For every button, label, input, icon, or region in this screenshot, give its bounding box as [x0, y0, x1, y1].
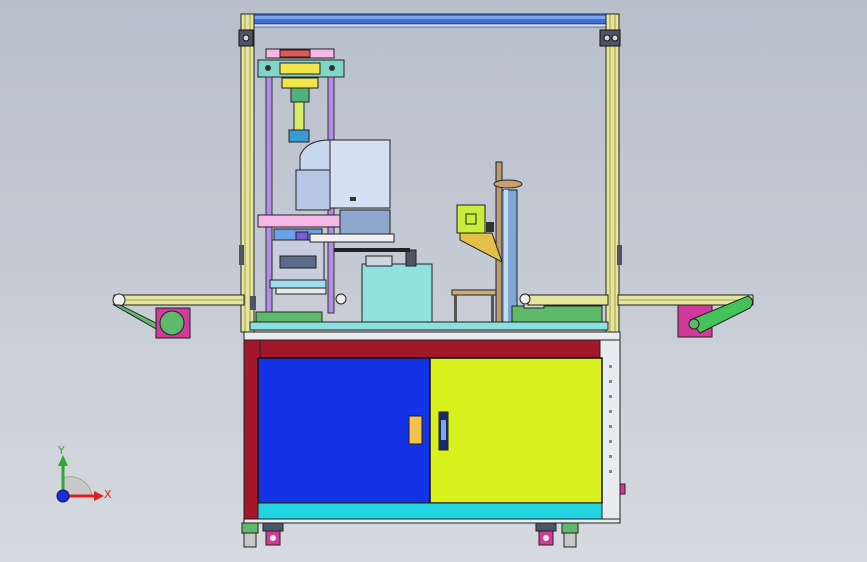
camera-stand[interactable]	[456, 161, 523, 325]
cabinet-plinth	[257, 502, 603, 520]
y-axis-label: Y	[57, 444, 65, 457]
cabinet-door-right[interactable]	[429, 357, 603, 504]
small-table	[451, 289, 497, 323]
machine-assembly[interactable]	[112, 13, 754, 548]
corner-bracket-top-right	[599, 29, 621, 47]
right-hinge	[617, 245, 622, 265]
z-axis-dot	[56, 489, 70, 503]
right-frame-post	[605, 13, 620, 333]
casters	[241, 522, 579, 548]
cad-viewport[interactable]: Y X	[0, 0, 867, 562]
left-hinge	[239, 245, 244, 265]
orientation-triad[interactable]: Y X	[56, 444, 112, 503]
feeder-block[interactable]	[334, 248, 433, 323]
cabinet-door-left[interactable]	[257, 357, 431, 504]
left-frame-post	[240, 13, 255, 333]
cabinet[interactable]	[243, 331, 626, 524]
corner-bracket-top-left	[238, 29, 254, 47]
top-frame-beam	[243, 13, 619, 28]
cabinet-top-rail	[259, 339, 605, 359]
vision-camera[interactable]	[456, 204, 486, 234]
door-handle-left[interactable]	[408, 415, 423, 445]
x-axis-label: X	[104, 488, 112, 501]
